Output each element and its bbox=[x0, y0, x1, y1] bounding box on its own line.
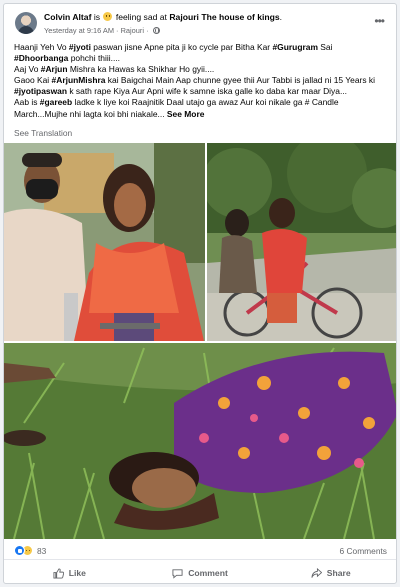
like-icon bbox=[14, 545, 25, 556]
hashtag-link[interactable]: #ArjunMishra bbox=[52, 75, 106, 85]
photo-girl-in-grass[interactable] bbox=[4, 343, 396, 539]
globe-icon bbox=[152, 27, 160, 34]
text-run: kai Baigchai Main Aap chunne gyee thii A… bbox=[105, 75, 375, 86]
text-run: Mishra ka Hawas ka Shikhar Ho gyii.... bbox=[67, 64, 215, 75]
photo-man-and-girl[interactable] bbox=[4, 143, 205, 341]
text-run: Gaoo Kai bbox=[14, 75, 52, 86]
hashtag-link[interactable]: #Gurugram bbox=[272, 42, 317, 52]
see-translation-link[interactable]: See Translation bbox=[14, 128, 72, 138]
text-run: March...Mujhe nhi lagta koi bhi niakale.… bbox=[14, 108, 167, 119]
post-card: Colvin Altaf is feeling sad at Rajouri T… bbox=[3, 3, 397, 584]
text-run: Sai bbox=[317, 42, 333, 52]
hashtag-link[interactable]: #jyotipaswan bbox=[14, 86, 67, 96]
share-label: Share bbox=[326, 568, 351, 578]
post-meta: Yesterday at 9:16 AM · Rajouri · bbox=[44, 26, 160, 35]
post-line: #jyotipaswan k sath rape Kiya Aur Apni w… bbox=[14, 86, 392, 97]
post-header: Colvin Altaf is feeling sad at Rajouri T… bbox=[4, 4, 396, 44]
post-line: #Dhoorbanga pohchi thiii.... bbox=[14, 53, 392, 64]
comment-button[interactable]: Comment bbox=[135, 561, 266, 583]
text-run: pohchi thiii.... bbox=[68, 53, 120, 64]
like-button[interactable]: Like bbox=[4, 561, 135, 583]
photo-bicycle-ride[interactable] bbox=[207, 143, 396, 341]
timestamp[interactable]: Yesterday at 9:16 AM bbox=[44, 26, 114, 35]
share-icon bbox=[311, 567, 322, 578]
post-text: Haanji Yeh Vo #jyoti paswan jisne Apne p… bbox=[14, 42, 392, 120]
thumbs-up-icon bbox=[53, 567, 64, 579]
photo-bicycle-ride-art bbox=[207, 143, 396, 341]
see-more-link[interactable]: See More bbox=[167, 109, 205, 119]
comment-count[interactable]: 6 Comments bbox=[340, 546, 387, 556]
meta-separator-2: · bbox=[146, 26, 149, 35]
photo-man-and-girl-art bbox=[4, 143, 205, 341]
hashtag-link[interactable]: #jyoti bbox=[69, 42, 91, 52]
meta-separator: · bbox=[116, 26, 119, 35]
hashtag-link[interactable]: #gareeb bbox=[40, 97, 72, 107]
location-suffix: . bbox=[279, 12, 283, 22]
reaction-count: 83 bbox=[37, 545, 47, 556]
share-button[interactable]: Share bbox=[265, 561, 396, 583]
text-run: k sath rape Kiya Aur Apni wife k samne i… bbox=[67, 86, 347, 97]
hashtag-link[interactable]: #Dhoorbanga bbox=[14, 53, 68, 63]
author-name[interactable]: Colvin Altaf bbox=[44, 12, 91, 22]
avatar[interactable] bbox=[15, 12, 37, 34]
comment-icon bbox=[172, 568, 183, 579]
text-run: ladke k liye koi Raajnitik Daal utajo ga… bbox=[72, 97, 339, 108]
post-line: Haanji Yeh Vo #jyoti paswan jisne Apne p… bbox=[14, 42, 392, 53]
text-run: Aaj Vo bbox=[14, 64, 41, 75]
text-run: Haanji Yeh Vo bbox=[14, 42, 69, 52]
photo-girl-in-grass-art bbox=[4, 343, 396, 539]
reactions-summary[interactable]: 83 bbox=[14, 545, 46, 556]
hashtag-link[interactable]: #Arjun bbox=[41, 64, 68, 74]
more-horizontal-icon[interactable]: ••• bbox=[374, 14, 385, 28]
text-run: Aab is bbox=[14, 97, 40, 108]
author-line: Colvin Altaf is feeling sad at Rajouri T… bbox=[44, 12, 282, 22]
comment-label: Comment bbox=[188, 568, 228, 578]
post-line: Aaj Vo #Arjun Mishra ka Hawas ka Shikhar… bbox=[14, 64, 392, 75]
post-line: Gaoo Kai #ArjunMishra kai Baigchai Main … bbox=[14, 75, 392, 86]
sad-emoji-icon bbox=[103, 12, 113, 21]
post-line: March...Mujhe nhi lagta koi bhi niakale.… bbox=[14, 109, 392, 120]
post-stats: 83 6 Comments bbox=[4, 540, 396, 560]
text-run: paswan jisne Apne pita ji ko cycle par B… bbox=[90, 42, 273, 52]
place-link[interactable]: Rajouri bbox=[121, 26, 144, 35]
is-word: is bbox=[93, 12, 101, 22]
like-label: Like bbox=[68, 568, 86, 578]
feeling-text: feeling sad at bbox=[115, 12, 167, 22]
location-link[interactable]: Rajouri The house of kings bbox=[169, 12, 279, 22]
post-actions: Like Comment Share bbox=[4, 561, 396, 583]
post-line: Aab is #gareeb ladke k liye koi Raajniti… bbox=[14, 97, 392, 108]
